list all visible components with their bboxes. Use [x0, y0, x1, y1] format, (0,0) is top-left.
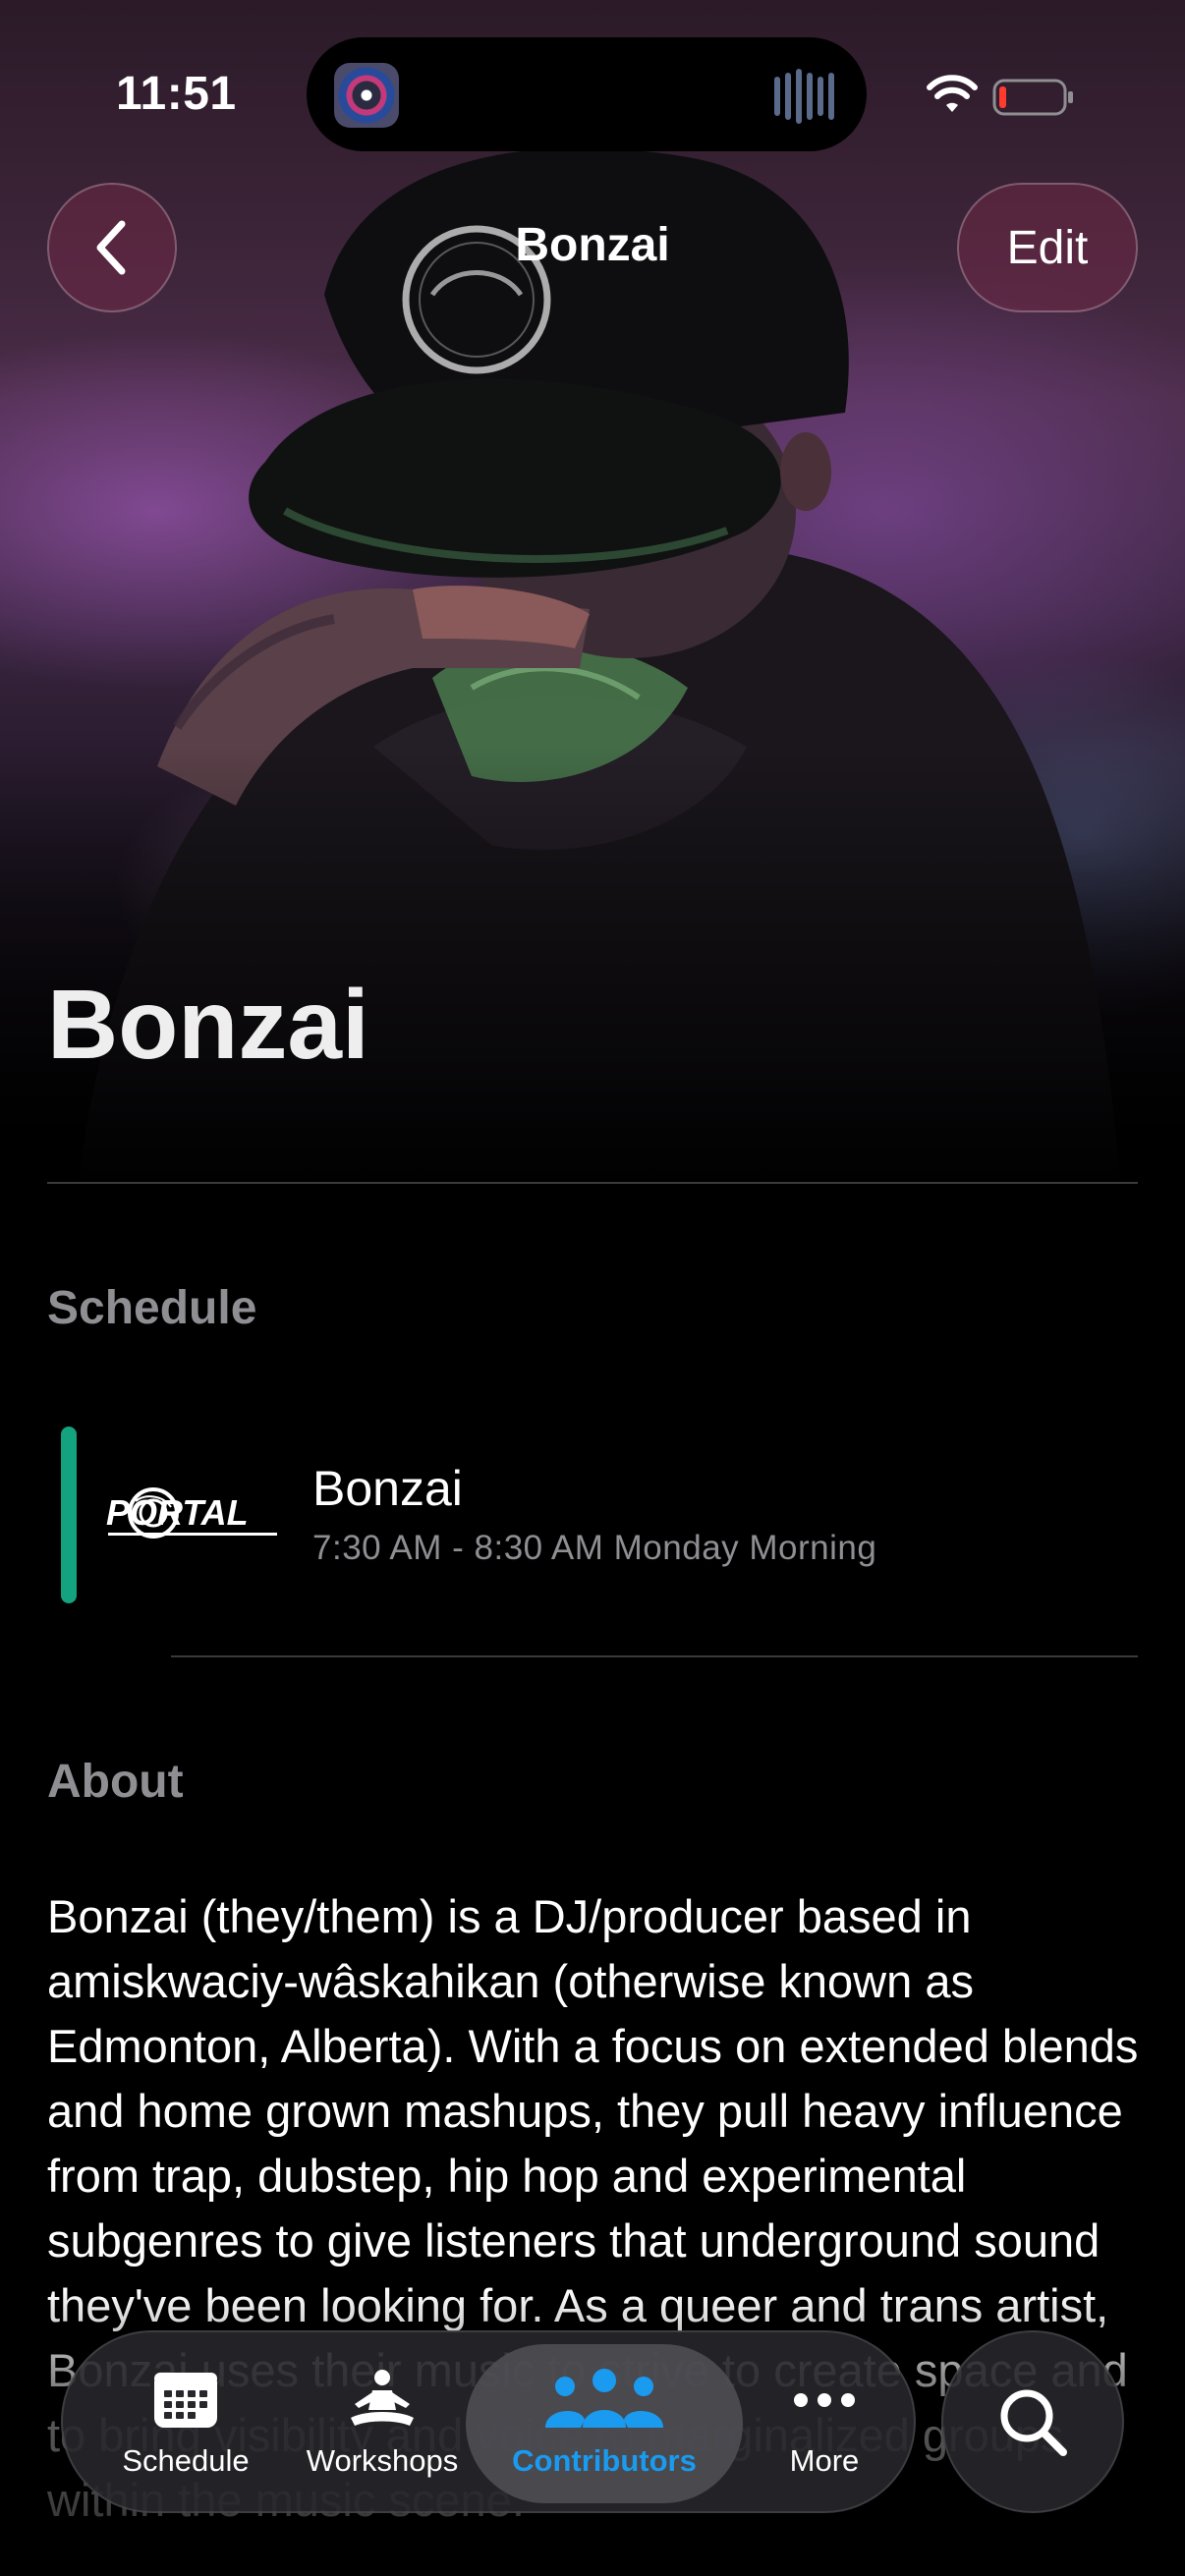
calendar-icon — [154, 2373, 217, 2428]
schedule-item[interactable]: PORTAL Bonzai 7:30 AM - 8:30 AM Monday M… — [0, 1415, 1185, 1611]
tab-contributors[interactable]: Contributors — [466, 2344, 743, 2503]
portal-logo-text: PORTAL — [106, 1492, 249, 1533]
tab-bar: Schedule Workshops Contributors More — [61, 2330, 916, 2513]
tab-contributors-label: Contributors — [512, 2443, 697, 2478]
schedule-item-time: 7:30 AM - 8:30 AM Monday Morning — [312, 1529, 877, 1567]
people-icon — [545, 2369, 663, 2428]
battery-icon — [992, 79, 1073, 116]
wifi-icon — [927, 75, 978, 112]
portal-stage-logo: PORTAL — [106, 1487, 277, 1539]
stage-color-bar — [61, 1427, 77, 1603]
meditation-icon — [351, 2370, 414, 2426]
about-heading: About — [47, 1756, 184, 1808]
edit-button[interactable]: Edit — [957, 183, 1138, 312]
tab-workshops[interactable]: Workshops — [289, 2332, 476, 2515]
dynamic-island — [307, 37, 867, 151]
tab-schedule[interactable]: Schedule — [102, 2332, 269, 2515]
tab-schedule-label: Schedule — [122, 2443, 250, 2478]
search-button[interactable] — [941, 2330, 1124, 2513]
divider — [47, 1182, 1138, 1184]
tab-more[interactable]: More — [751, 2332, 898, 2515]
screen: 11:51 Bonzai Edit Bonzai Schedule PORTAL… — [0, 0, 1185, 2576]
search-icon — [1000, 2389, 1067, 2456]
tab-more-label: More — [789, 2443, 860, 2478]
now-playing-artwork-icon — [334, 63, 399, 128]
tab-workshops-label: Workshops — [306, 2443, 459, 2478]
ellipsis-icon — [794, 2393, 855, 2407]
audio-waveform-icon — [774, 69, 834, 124]
divider — [171, 1655, 1138, 1657]
schedule-heading: Schedule — [47, 1282, 257, 1334]
status-time: 11:51 — [116, 68, 237, 120]
schedule-item-title: Bonzai — [312, 1461, 463, 1516]
contributor-name: Bonzai — [47, 970, 369, 1080]
